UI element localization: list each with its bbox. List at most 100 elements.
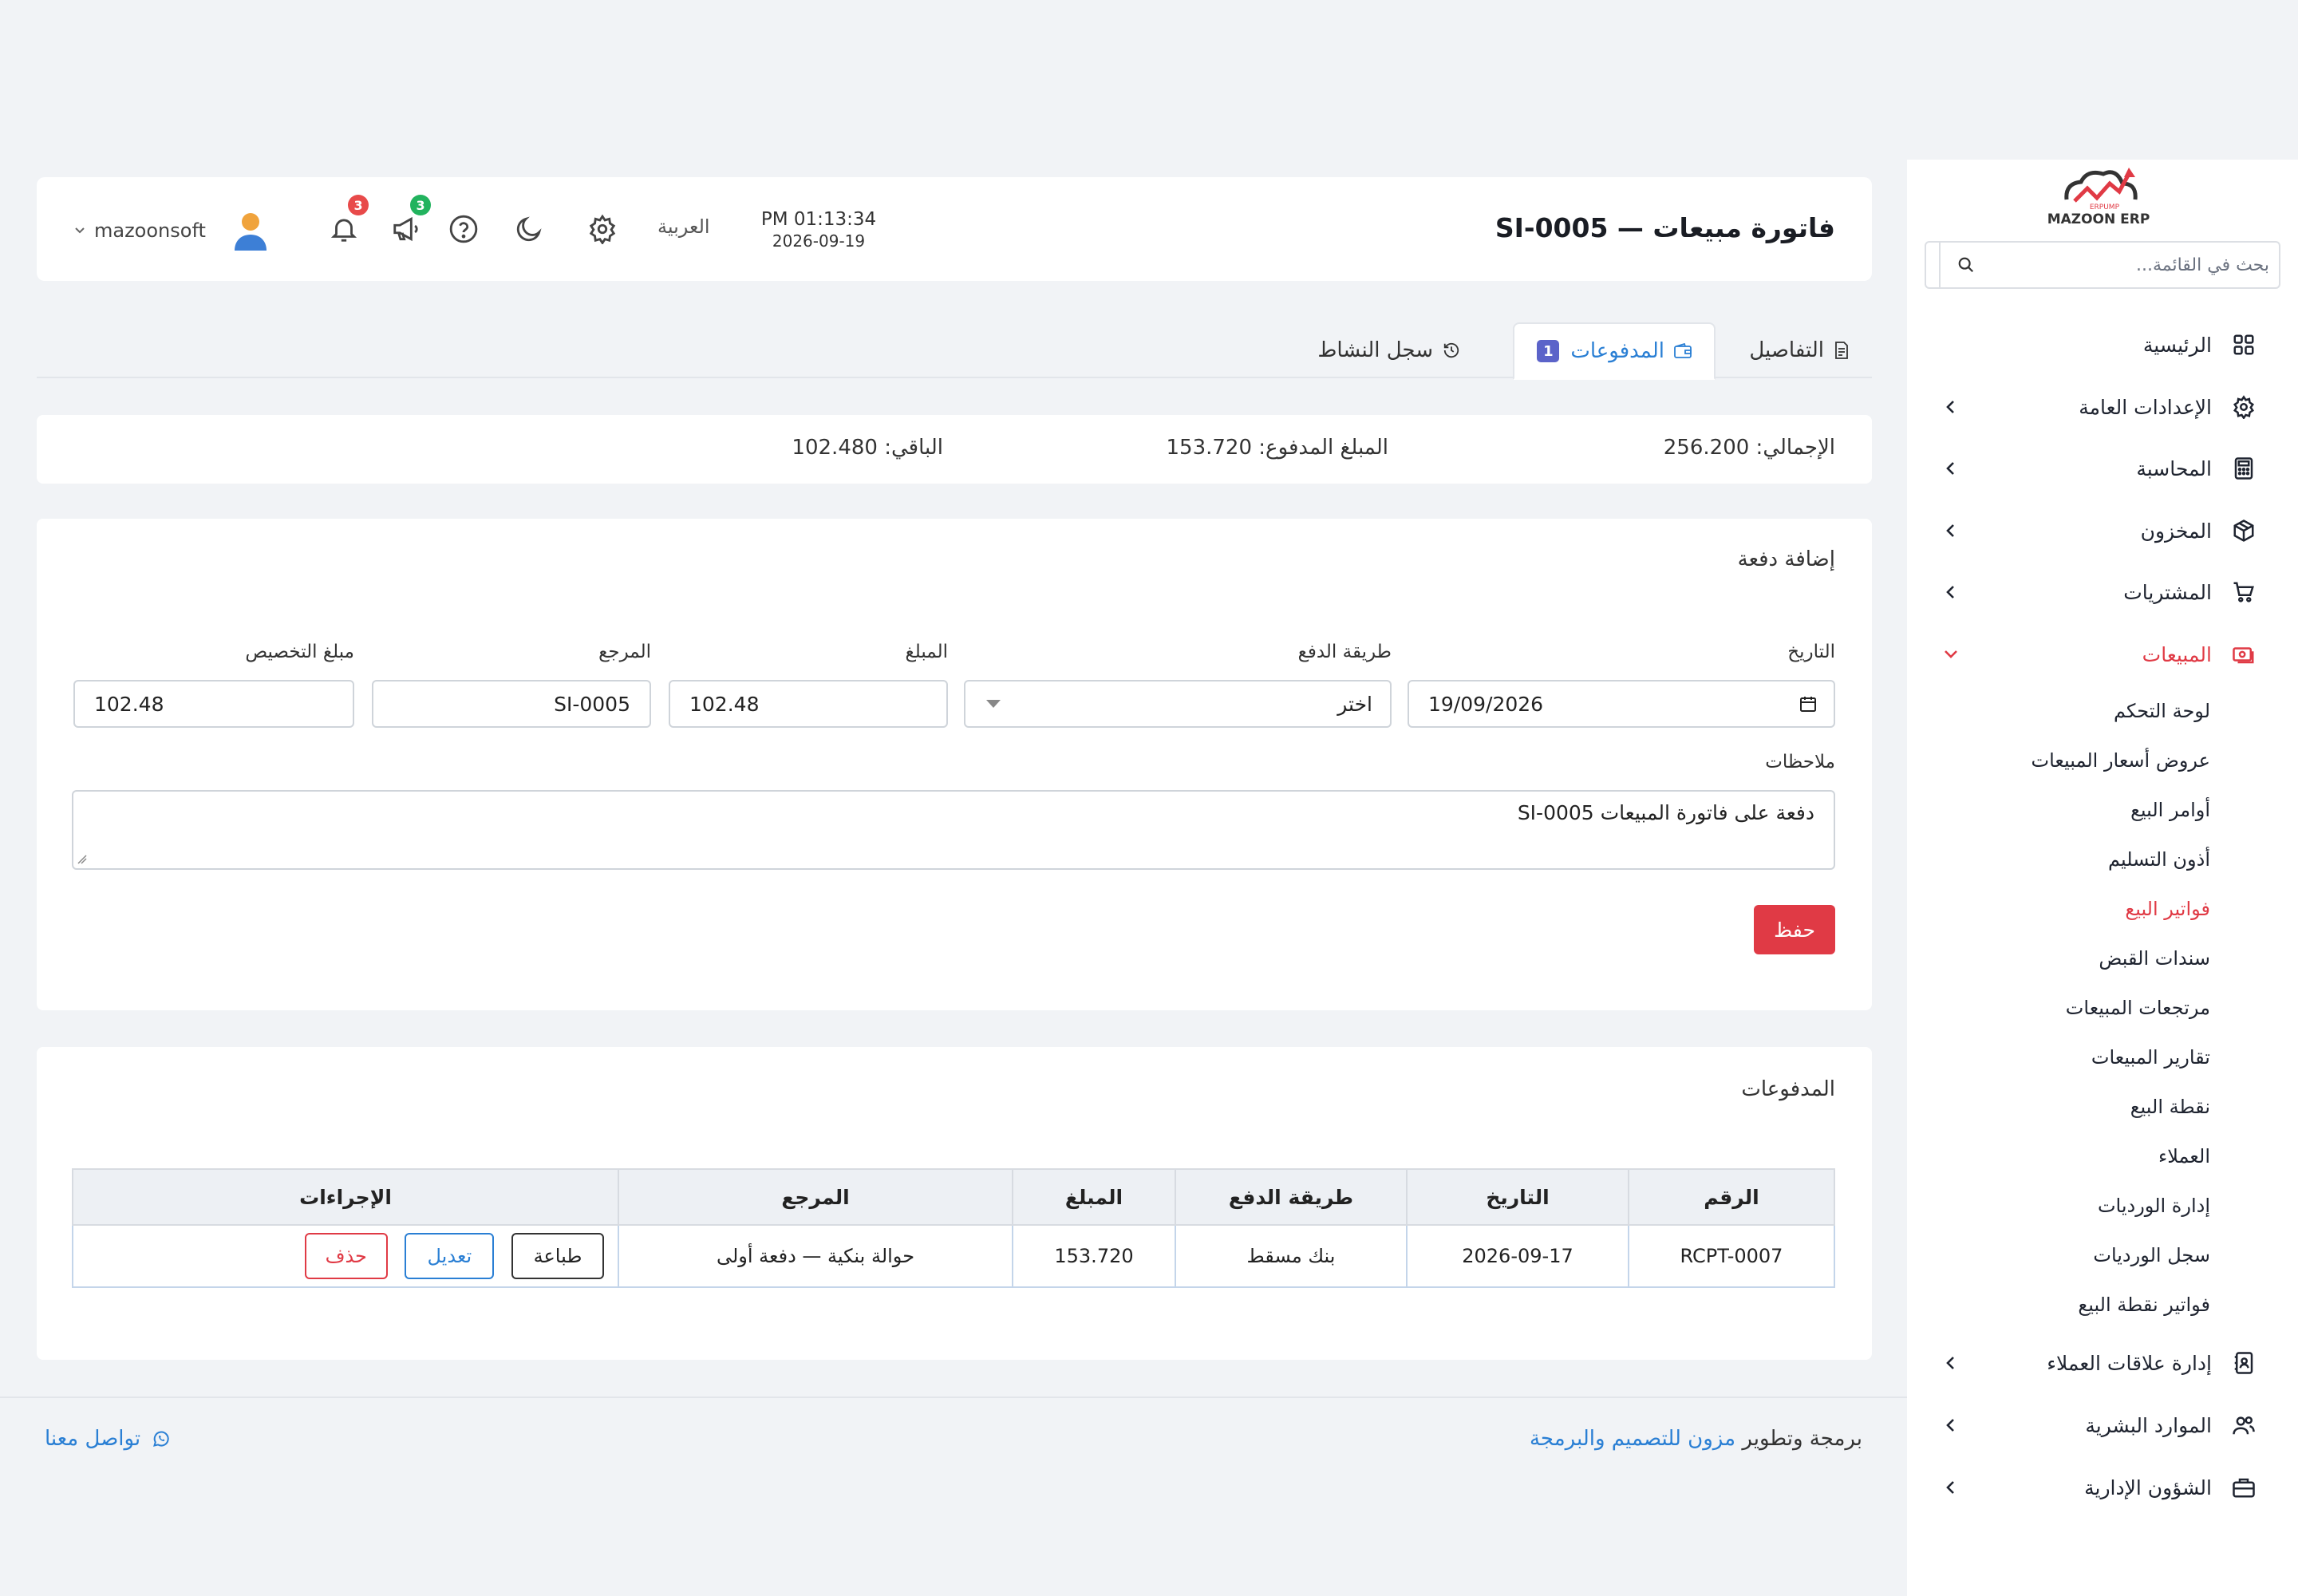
chevron-left-icon	[1939, 523, 1963, 539]
summary-remaining: الباقي: 102.480	[792, 436, 943, 460]
sub-item-pos[interactable]: نقطة البيع	[2130, 1091, 2210, 1123]
calendar-icon[interactable]	[1799, 694, 1818, 713]
search-icon[interactable]	[1939, 243, 1992, 287]
cell-number: RCPT-0007	[1628, 1224, 1835, 1288]
amount-value: 102.48	[689, 692, 760, 716]
sub-item-receipts[interactable]: سندات القبض	[2099, 942, 2210, 974]
language-switch[interactable]: العربية	[657, 215, 710, 238]
amount-input[interactable]: 102.48	[669, 680, 948, 728]
cell-actions: طباعة تعديل حذف	[72, 1224, 619, 1288]
sidebar-search-input[interactable]	[1992, 255, 2279, 275]
sidebar-item-settings[interactable]: الإعدادات العامة	[1939, 383, 2258, 431]
sub-item-sales-orders[interactable]: أوامر البيع	[2130, 794, 2210, 826]
tab-payments[interactable]: المدفوعات 1	[1513, 322, 1716, 380]
tab-payments-label: المدفوعات	[1570, 339, 1664, 363]
cart-icon	[2229, 578, 2258, 606]
edit-button[interactable]: تعديل	[405, 1233, 495, 1279]
resize-handle-icon	[77, 855, 87, 864]
payments-table: الرقم التاريخ طريقة الدفع المبلغ المرجع …	[72, 1168, 1835, 1288]
sidebar-item-home[interactable]: الرئيسية	[1939, 321, 2258, 369]
user-menu[interactable]: mazoonsoft	[73, 209, 270, 252]
reference-value: SI-0005	[554, 692, 630, 716]
notes-value: دفعة على فاتورة المبيعات SI-0005	[1517, 801, 1814, 824]
sidebar-item-accounting[interactable]: المحاسبة	[1939, 444, 2258, 492]
clock-time: PM 01:13:34	[760, 209, 877, 230]
sub-item-sales-reports[interactable]: تقارير المبيعات	[2091, 1041, 2210, 1073]
footer-credit-link[interactable]: مزون للتصميم والبرمجة	[1530, 1427, 1735, 1451]
sidebar-item-label: الموارد البشرية	[2085, 1413, 2212, 1437]
chevron-left-icon	[1939, 584, 1963, 600]
sidebar-item-hr[interactable]: الموارد البشرية	[1939, 1401, 2258, 1449]
sidebar-item-crm[interactable]: إدارة علاقات العملاء	[1939, 1339, 2258, 1387]
sidebar-item-label: الشؤون الإدارية	[2084, 1476, 2212, 1499]
cell-amount: 153.720	[1012, 1224, 1176, 1288]
chevron-left-icon	[1939, 1479, 1963, 1495]
sidebar-item-admin[interactable]: الشؤون الإدارية	[1939, 1464, 2258, 1511]
dark-mode-moon-icon[interactable]	[512, 212, 546, 246]
notes-textarea[interactable]: دفعة على فاتورة المبيعات SI-0005	[72, 790, 1835, 870]
sidebar-item-label: المبيعات	[2142, 642, 2212, 666]
contact-link[interactable]: تواصل معنا	[45, 1427, 171, 1451]
summary-paid: المبلغ المدفوع: 153.720	[1166, 436, 1389, 460]
tab-activity-log[interactable]: سجل النشاط	[1295, 322, 1483, 378]
sidebar-item-sales[interactable]: المبيعات	[1939, 630, 2258, 678]
payments-card: المدفوعات الرقم التاريخ طريقة الدفع المب…	[37, 1047, 1872, 1360]
sidebar-item-purchases[interactable]: المشتريات	[1939, 568, 2258, 616]
notifications-bell-icon[interactable]: 3	[327, 195, 369, 246]
footer-credit-prefix: برمجة وتطوير	[1742, 1427, 1862, 1451]
sidebar-item-label: الرئيسية	[2142, 333, 2212, 357]
sub-item-sales-quotations[interactable]: عروض أسعار المبيعات	[2031, 745, 2210, 776]
date-label: التاريخ	[1787, 642, 1835, 662]
payment-method-value: اختر	[1337, 692, 1372, 716]
sub-item-pos-invoices[interactable]: فواتير نقطة البيع	[2078, 1289, 2210, 1321]
sub-item-sales-returns[interactable]: مرتجعات المبيعات	[2066, 992, 2210, 1024]
wallet-icon	[1674, 343, 1692, 359]
sub-item-sales-invoices[interactable]: فواتير البيع	[2125, 893, 2210, 925]
allocation-amount-input[interactable]: 102.48	[73, 680, 354, 728]
chevron-left-icon	[1939, 399, 1963, 415]
notes-label: ملاحظات	[1765, 752, 1835, 772]
logo-small-text: ERPUMP	[2090, 203, 2120, 211]
sub-item-shift-log[interactable]: سجل الورديات	[2093, 1239, 2210, 1271]
notifications-badge: 3	[348, 195, 369, 215]
save-button[interactable]: حفظ	[1754, 905, 1835, 954]
help-icon[interactable]	[447, 212, 480, 246]
reference-input[interactable]: SI-0005	[372, 680, 651, 728]
payments-title: المدفوعات	[1741, 1077, 1835, 1101]
calculator-icon	[2229, 454, 2258, 483]
sub-item-customers[interactable]: العملاء	[2158, 1140, 2210, 1172]
print-button[interactable]: طباعة	[511, 1233, 604, 1279]
sidebar-item-inventory[interactable]: المخزون	[1939, 507, 2258, 555]
sub-item-dashboard[interactable]: لوحة التحكم	[2114, 695, 2210, 727]
add-payment-card: إضافة دفعة التاريخ 19/09/2026 طريقة الدف…	[37, 519, 1872, 1010]
sidebar: ERPUMP MAZOON ERP الرئيسية الإعدادات الع…	[1907, 160, 2298, 1596]
cell-method: بنك مسقط	[1175, 1224, 1408, 1288]
col-method: طريقة الدفع	[1175, 1168, 1408, 1226]
sidebar-item-label: الإعدادات العامة	[2079, 395, 2212, 419]
chevron-left-icon	[1939, 1417, 1963, 1433]
page-title: فاتورة مبيعات — SI-0005	[1494, 212, 1835, 243]
payment-method-select[interactable]: اختر	[964, 680, 1392, 728]
delete-button[interactable]: حذف	[304, 1233, 388, 1279]
tab-details[interactable]: التفاصيل	[1727, 322, 1872, 378]
date-input[interactable]: 19/09/2026	[1408, 680, 1835, 728]
sub-item-delivery-notes[interactable]: أذون التسليم	[2108, 843, 2210, 875]
chevron-left-icon	[1939, 460, 1963, 476]
announcements-megaphone-icon[interactable]: 3	[389, 195, 431, 246]
chevron-down-icon	[1939, 649, 1963, 660]
footer-divider	[0, 1396, 1907, 1398]
money-icon	[2229, 640, 2258, 669]
amount-label: المبلغ	[905, 642, 949, 662]
logo[interactable]: ERPUMP MAZOON ERP	[2043, 160, 2154, 231]
tab-activity-label: سجل النشاط	[1317, 338, 1433, 362]
gear-icon	[2229, 393, 2258, 421]
contacts-icon	[2229, 1349, 2258, 1377]
sub-item-shift-management[interactable]: إدارة الورديات	[2098, 1190, 2210, 1222]
sidebar-item-label: إدارة علاقات العملاء	[2047, 1351, 2212, 1375]
footer-credit: برمجة وتطوير مزون للتصميم والبرمجة	[1530, 1427, 1862, 1451]
history-icon	[1443, 342, 1460, 359]
sidebar-item-label: المخزون	[2140, 519, 2212, 543]
col-amount: المبلغ	[1012, 1168, 1176, 1226]
settings-gear-icon[interactable]	[586, 212, 619, 246]
cell-date: 2026-09-17	[1406, 1224, 1629, 1288]
